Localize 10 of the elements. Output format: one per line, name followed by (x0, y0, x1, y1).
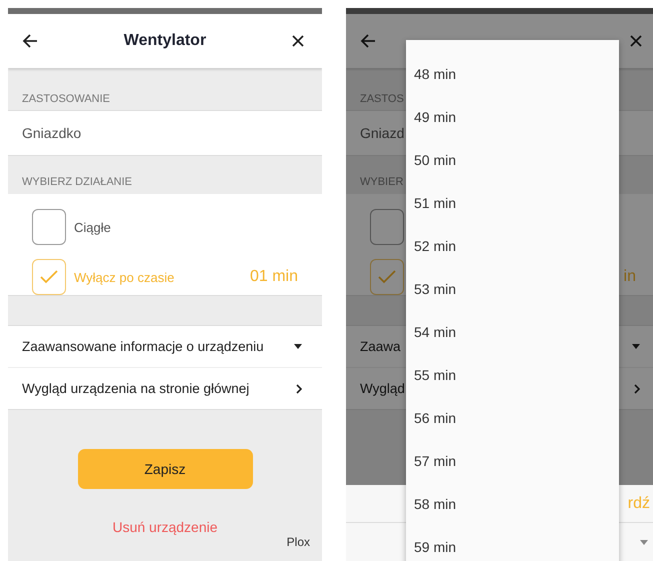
option-label: Wyłącz po czasie (74, 270, 174, 284)
screen-title: Wentylator (124, 32, 206, 50)
section-label: WYBIERZ DZIAŁANIE (22, 176, 132, 188)
usage-value: Gniazdko (22, 125, 82, 141)
section-label: ZASTOSOWANIE (22, 93, 110, 105)
section-label: WYBIER (360, 176, 404, 188)
usage-value: Gniazd (360, 125, 404, 141)
section-label: ZASTOS (360, 93, 404, 105)
brand-label: Plox (286, 535, 310, 549)
option-label: Ciągłe (74, 220, 111, 234)
